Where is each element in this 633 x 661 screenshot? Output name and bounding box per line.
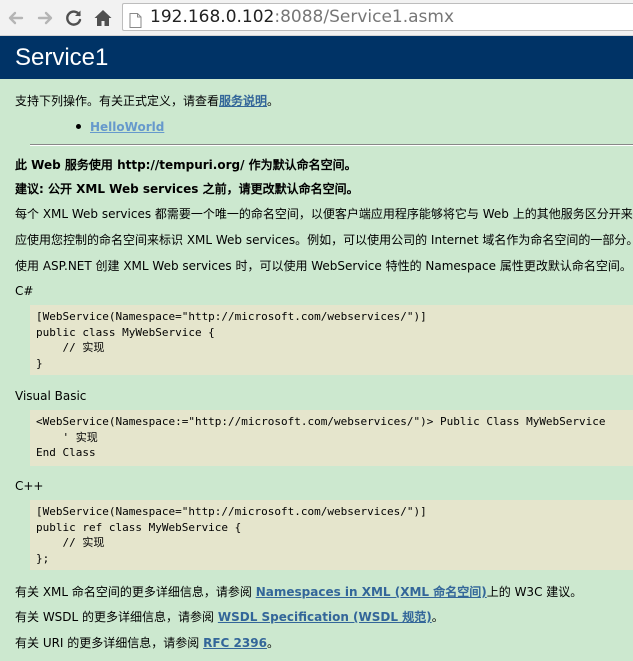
csharp-code-block: [WebService(Namespace="http://microsoft.… <box>30 305 633 375</box>
browser-toolbar: 192.168.0.102:8088/Service1.asmx <box>0 0 633 36</box>
paragraph-1: 每个 XML Web services 都需要一个唯一的命名空间，以便客户端应用… <box>15 207 633 221</box>
intro-prefix: 支持下列操作。有关正式定义，请查看 <box>15 94 220 108</box>
namespaces-in-xml-link[interactable]: Namespaces in XML (XML 命名空间) <box>256 585 487 599</box>
intro-suffix: 。 <box>267 94 280 108</box>
vb-code-block: <WebService(Namespace:="http://microsoft… <box>30 410 633 466</box>
back-arrow-icon[interactable] <box>6 8 26 28</box>
list-bullet <box>76 124 81 129</box>
url-text: 192.168.0.102:8088/Service1.asmx <box>150 4 454 30</box>
paragraph-3: 使用 ASP.NET 创建 XML Web services 时，可以使用 We… <box>15 259 632 273</box>
cpp-code-block: [WebService(Namespace="http://microsoft.… <box>30 500 633 570</box>
page-icon <box>129 10 142 30</box>
rfc-2396-link[interactable]: RFC 2396 <box>203 636 267 650</box>
operation-link-helloworld[interactable]: HelloWorld <box>90 120 164 134</box>
xml-info-suffix: 上的 W3C 建议。 <box>486 585 583 599</box>
divider <box>30 144 633 146</box>
uri-info: 有关 URI 的更多详细信息，请参阅 RFC 2396。 <box>15 635 279 651</box>
csharp-label: C# <box>15 284 34 298</box>
forward-arrow-icon[interactable] <box>35 8 55 28</box>
uri-info-suffix: 。 <box>266 636 279 650</box>
xml-namespaces-info: 有关 XML 命名空间的更多详细信息，请参阅 Namespaces in XML… <box>15 584 582 600</box>
wsdl-info-prefix: 有关 WSDL 的更多详细信息，请参阅 <box>15 610 218 624</box>
namespace-notice: 此 Web 服务使用 http://tempuri.org/ 作为默认命名空间。 <box>15 158 357 172</box>
url-host: 192.168.0.102 <box>150 7 275 27</box>
reload-icon[interactable] <box>64 8 84 28</box>
intro-text: 支持下列操作。有关正式定义，请查看服务说明。 <box>15 93 279 109</box>
xml-info-prefix: 有关 XML 命名空间的更多详细信息，请参阅 <box>15 585 256 599</box>
namespace-recommendation: 建议: 公开 XML Web services 之前，请更改默认命名空间。 <box>15 182 359 196</box>
address-bar[interactable]: 192.168.0.102:8088/Service1.asmx <box>122 3 633 31</box>
service-description-link[interactable]: 服务说明 <box>219 94 267 108</box>
wsdl-info-suffix: 。 <box>431 610 444 624</box>
wsdl-info: 有关 WSDL 的更多详细信息，请参阅 WSDL Specification (… <box>15 609 444 625</box>
vb-label: Visual Basic <box>15 389 87 403</box>
paragraph-2: 应使用您控制的命名空间来标识 XML Web services。例如，可以使用公… <box>15 233 633 247</box>
heading-bar: Service1 <box>0 36 633 79</box>
home-icon[interactable] <box>93 8 113 28</box>
page-title: Service1 <box>15 44 109 71</box>
uri-info-prefix: 有关 URI 的更多详细信息，请参阅 <box>15 636 204 650</box>
wsdl-specification-link[interactable]: WSDL Specification (WSDL 规范) <box>218 610 432 624</box>
cpp-label: C++ <box>15 479 44 493</box>
url-path: :8088/Service1.asmx <box>274 7 455 27</box>
